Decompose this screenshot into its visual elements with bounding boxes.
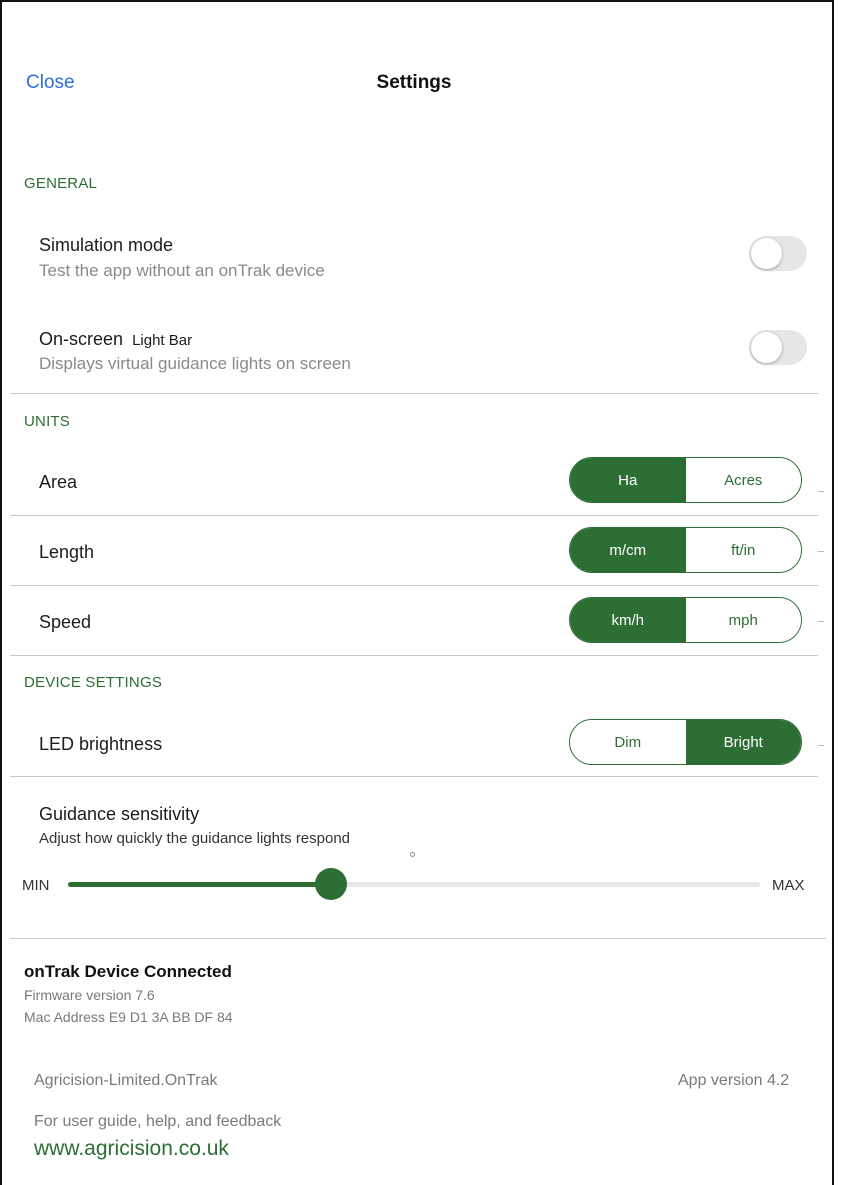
toggle-knob [751,238,782,269]
slider-max-label: MAX [772,877,805,894]
divider [818,491,824,492]
divider [10,393,818,394]
speed-option-mph[interactable]: mph [685,598,801,642]
simulation-mode-toggle[interactable] [749,236,807,271]
simulation-mode-title: Simulation mode [39,235,174,255]
bundle-id: Agricision-Limited.OnTrak [34,1072,218,1089]
page-title: Settings [376,72,452,93]
firmware-version: Firmware version 7.6 [24,987,155,1003]
section-label-units: UNITS [24,413,70,430]
website-link[interactable]: www.agricision.co.uk [34,1137,229,1161]
mac-address: Mac Address E9 D1 3A BB DF 84 [24,1009,233,1025]
light-bar-subtitle: Displays virtual guidance lights on scre… [39,354,351,373]
area-option-ha[interactable]: Ha [570,458,686,502]
guidance-sensitivity-title: Guidance sensitivity [39,804,200,824]
length-option-imperial[interactable]: ft/in [685,528,801,572]
area-option-acres[interactable]: Acres [685,458,801,502]
guidance-sensitivity-slider[interactable] [68,868,760,900]
led-option-bright[interactable]: Bright [685,720,801,764]
divider [10,515,818,516]
led-brightness-segmented-control: Dim Bright [569,719,802,765]
divider [818,621,824,622]
light-bar-title-suffix: Light Bar [132,332,193,349]
divider [10,655,818,656]
slider-thumb[interactable] [315,868,347,900]
length-title: Length [39,542,95,562]
area-title: Area [39,472,78,492]
toggle-knob [751,332,782,363]
slider-fill [68,882,331,887]
light-bar-toggle[interactable] [749,330,807,365]
light-bar-title-prefix: On-screen [39,329,124,349]
divider [818,551,824,552]
section-label-general: GENERAL [24,175,98,192]
device-status: onTrak Device Connected [24,962,232,981]
length-segmented-control: m/cm ft/in [569,527,802,573]
settings-screen: Close Settings GENERAL Simulation mode T… [0,0,834,1185]
speed-segmented-control: km/h mph [569,597,802,643]
led-option-dim[interactable]: Dim [570,720,686,764]
guidance-sensitivity-subtitle: Adjust how quickly the guidance lights r… [39,830,351,847]
led-brightness-title: LED brightness [39,734,163,754]
divider [818,745,824,746]
app-version: App version 4.2 [678,1072,790,1089]
help-text: For user guide, help, and feedback [34,1113,282,1130]
length-option-metric[interactable]: m/cm [570,528,686,572]
speed-option-kmh[interactable]: km/h [570,598,686,642]
divider [10,776,818,777]
slider-min-label: MIN [22,877,50,894]
divider [10,938,826,939]
light-bar-title: On-screen Light Bar [39,329,192,350]
section-label-device-settings: DEVICE SETTINGS [24,674,163,691]
slider-tick-icon [410,852,415,857]
area-segmented-control: Ha Acres [569,457,802,503]
simulation-mode-subtitle: Test the app without an onTrak device [39,261,325,280]
speed-title: Speed [39,612,92,632]
divider [10,585,818,586]
